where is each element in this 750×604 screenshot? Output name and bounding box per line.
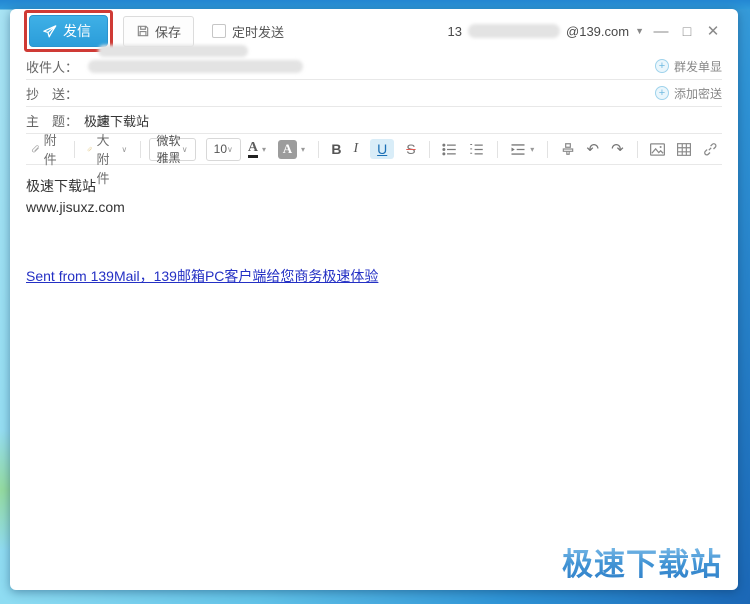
recipient-label: 收件人： — [26, 59, 79, 75]
font-size-select[interactable]: 10 ∨ — [205, 137, 241, 161]
close-button[interactable]: ✕ — [702, 24, 724, 39]
highlight-color-icon: A — [278, 139, 297, 159]
mass-send-single-display-label: 群发单显 — [673, 59, 722, 74]
paperclip-large-icon — [87, 146, 93, 151]
highlight-color-button[interactable]: A ▾ — [273, 137, 310, 162]
numbered-list-button[interactable] — [464, 140, 489, 159]
chevron-down-icon: ∨ — [181, 144, 188, 154]
image-icon — [650, 142, 666, 156]
subject-input[interactable]: 极速下载站 — [84, 111, 149, 130]
paperclip-icon — [32, 144, 39, 152]
add-bcc-button[interactable]: + 添加密送 — [654, 85, 722, 102]
bullet-list-button[interactable] — [437, 140, 462, 159]
underline-icon: U — [370, 139, 395, 159]
format-toolbar: 附件 超大附件 ∨ 微软雅黑 ∨ 10 ∨ A ▾ A ▾ B I U S ▾ … — [26, 114, 722, 186]
insert-image-button[interactable] — [645, 140, 670, 159]
send-button[interactable]: 发信 — [29, 15, 108, 47]
account-domain: @139.com — [566, 23, 630, 39]
chevron-down-icon: ∨ — [227, 144, 233, 154]
numbered-list-icon — [470, 143, 483, 154]
cc-label: 抄 送： — [26, 86, 79, 102]
paper-plane-icon — [43, 24, 57, 37]
plus-circle-icon: + — [654, 59, 669, 73]
italic-button[interactable]: I — [348, 138, 363, 160]
cc-input[interactable] — [78, 85, 655, 101]
format-painter-icon — [562, 143, 573, 155]
add-bcc-label: 添加密送 — [673, 86, 722, 101]
save-button[interactable]: 保存 — [123, 15, 195, 47]
chevron-down-icon: ▾ — [301, 144, 306, 154]
format-painter-button[interactable] — [556, 139, 580, 159]
undo-button[interactable]: ↶ — [582, 137, 605, 161]
font-family-value: 微软雅黑 — [156, 134, 181, 165]
subject-row: 主 题： 极速下载站 — [26, 107, 722, 134]
mass-send-single-display-button[interactable]: + 群发单显 — [654, 58, 722, 75]
schedule-send-option[interactable]: 定时发送 — [212, 22, 284, 41]
account-prefix: 13 — [447, 23, 463, 39]
recipient-redacted-blur — [88, 60, 303, 73]
send-button-label: 发信 — [63, 23, 91, 39]
bold-button[interactable]: B — [326, 138, 346, 160]
link-icon — [704, 143, 717, 156]
recipient-redacted-blur — [98, 45, 248, 57]
insert-table-button[interactable] — [672, 140, 696, 159]
redo-button[interactable]: ↷ — [606, 137, 629, 161]
recipient-row: 收件人： + 群发单显 — [26, 45, 722, 80]
font-family-select[interactable]: 微软雅黑 ∨ — [148, 134, 196, 165]
save-button-label: 保存 — [155, 24, 182, 40]
chevron-down-icon: ▾ — [261, 144, 266, 154]
account-dropdown-caret-icon[interactable]: ▼ — [635, 26, 644, 36]
cc-row: 抄 送： + 添加密送 — [26, 80, 722, 107]
floppy-save-icon — [137, 25, 149, 37]
chevron-down-icon: ∨ — [121, 144, 128, 154]
account-and-window-controls: 13 @139.com ▼ — □ ✕ — [448, 24, 724, 39]
compose-mail-window: 发信 保存 定时发送 13 @139.com ▼ — □ ✕ 收件人： + 群发… — [10, 9, 738, 590]
table-icon — [677, 142, 692, 156]
chevron-down-icon: ▾ — [530, 144, 535, 154]
font-size-value: 10 — [213, 142, 227, 156]
underline-button[interactable]: U — [365, 136, 399, 162]
font-color-button[interactable]: A ▾ — [243, 138, 271, 161]
body-text-line: www.jisuxz.com — [26, 198, 125, 215]
insert-link-button[interactable] — [698, 139, 722, 159]
site-watermark: 极速下载站 — [562, 539, 722, 584]
font-color-icon: A — [247, 140, 258, 158]
schedule-send-label: 定时发送 — [232, 24, 285, 40]
minimize-button[interactable]: — — [650, 24, 672, 39]
subject-label: 主 题： — [26, 113, 79, 129]
maximize-button[interactable]: □ — [676, 24, 698, 38]
indent-icon — [511, 143, 525, 155]
signature-link[interactable]: Sent from 139Mail，139邮箱PC客户端给您商务极速体验 — [26, 267, 378, 286]
bullet-list-icon — [442, 143, 456, 155]
strikethrough-button[interactable]: S — [401, 138, 420, 160]
schedule-send-checkbox[interactable] — [212, 24, 227, 38]
account-redacted-blur — [468, 24, 561, 38]
indent-button[interactable]: ▾ — [505, 140, 539, 159]
attachment-label: 附件 — [43, 133, 57, 167]
plus-circle-icon: + — [654, 86, 669, 100]
